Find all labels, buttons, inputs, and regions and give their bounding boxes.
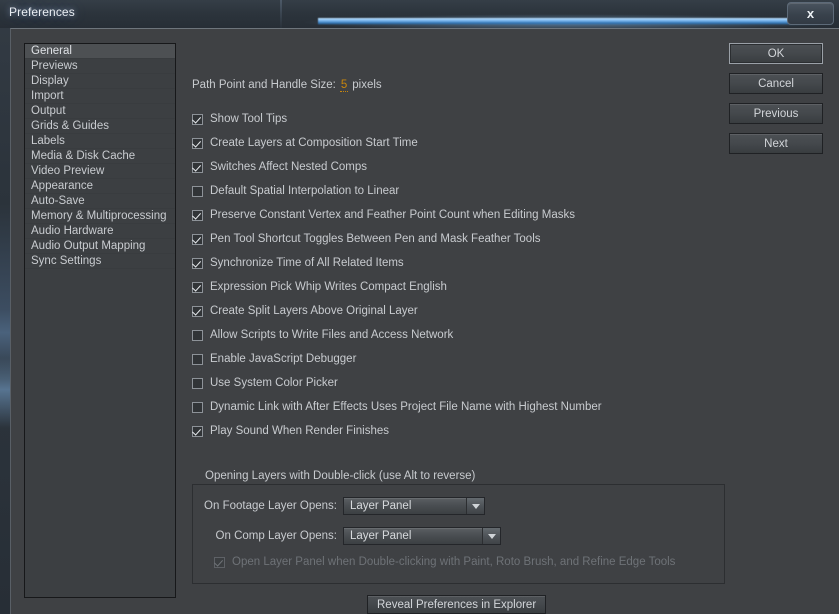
category-list[interactable]: General Previews Display Import Output Grids …: [24, 43, 176, 598]
window-left-edge-glow: [0, 358, 10, 428]
checkbox-row-use-system-color-picker[interactable]: Use System Color Picker: [192, 377, 338, 389]
checkbox-label: Expression Pick Whip Writes Compact Engl…: [210, 281, 447, 293]
window-left-edge: [0, 28, 10, 614]
checkbox-row-create-split-layers-above-original-layer[interactable]: Create Split Layers Above Original Layer: [192, 305, 418, 317]
checkbox-label: Preserve Constant Vertex and Feather Poi…: [210, 209, 576, 221]
sidebar-item-auto-save[interactable]: Auto-Save: [25, 194, 175, 209]
footage-layer-opens-dropdown[interactable]: Layer Panel: [343, 497, 485, 515]
path-point-size-row: Path Point and Handle Size: 5 pixels: [192, 79, 382, 92]
sidebar-item-labels[interactable]: Labels: [25, 134, 175, 149]
checkbox-label: Pen Tool Shortcut Toggles Between Pen an…: [210, 233, 541, 245]
checkbox-checked-icon[interactable]: [192, 113, 203, 125]
sidebar-item-audio-output-mapping[interactable]: Audio Output Mapping: [25, 239, 175, 254]
sidebar-item-general[interactable]: General: [25, 44, 175, 59]
checkbox-row-play-sound-when-render-finishes[interactable]: Play Sound When Render Finishes: [192, 425, 389, 437]
desktop-background: Preferences x General Previews Display Impo…: [0, 0, 839, 614]
sidebar-item-appearance[interactable]: Appearance: [25, 179, 175, 194]
cancel-button[interactable]: Cancel: [729, 73, 823, 94]
path-point-size-label: Path Point and Handle Size:: [192, 79, 336, 91]
checkbox-label: Switches Affect Nested Comps: [210, 161, 368, 173]
checkbox-row-enable-javascript-debugger[interactable]: Enable JavaScript Debugger: [192, 353, 356, 365]
checkbox-checked-icon[interactable]: [192, 161, 203, 173]
footage-layer-opens-row: On Footage Layer Opens: Layer Panel: [192, 497, 485, 515]
checkbox-row-synchronize-time-of-all-related-items[interactable]: Synchronize Time of All Related Items: [192, 257, 404, 269]
sidebar-item-display[interactable]: Display: [25, 74, 175, 89]
sidebar-item-memory-multiprocessing[interactable]: Memory & Multiprocessing: [25, 209, 175, 224]
checkbox-label: Show Tool Tips: [210, 113, 288, 125]
checkbox-checked-icon[interactable]: [192, 257, 203, 269]
sidebar-item-previews[interactable]: Previews: [25, 59, 175, 74]
dialog-action-buttons: OK Cancel Previous Next: [729, 43, 823, 154]
checkbox-checked-icon[interactable]: [192, 137, 203, 149]
checkbox-label: Allow Scripts to Write Files and Access …: [210, 329, 454, 341]
checkbox-label: Play Sound When Render Finishes: [210, 425, 389, 437]
opening-layers-groupbox-title: Opening Layers with Double-click (use Al…: [200, 470, 481, 482]
preferences-dialog: General Previews Display Import Output Grids …: [10, 28, 839, 614]
open-layer-panel-checkbox: [214, 556, 225, 568]
open-layer-panel-checkbox-row: Open Layer Panel when Double-clicking wi…: [214, 556, 675, 568]
chevron-down-icon: [466, 498, 484, 514]
sidebar-item-import[interactable]: Import: [25, 89, 175, 104]
close-x-icon: x: [806, 6, 815, 21]
checkbox-unchecked-icon[interactable]: [192, 353, 203, 365]
checkbox-row-dynamic-link-with-after-effects-uses-pro[interactable]: Dynamic Link with After Effects Uses Pro…: [192, 401, 602, 413]
footage-layer-opens-label: On Footage Layer Opens:: [204, 500, 337, 512]
checkbox-row-default-spatial-interpolation-to-linear[interactable]: Default Spatial Interpolation to Linear: [192, 185, 399, 197]
checkbox-label: Synchronize Time of All Related Items: [210, 257, 404, 269]
window-glow-accent: [318, 18, 818, 25]
checkbox-row-pen-tool-shortcut-toggles-between-pen-an[interactable]: Pen Tool Shortcut Toggles Between Pen an…: [192, 233, 541, 245]
sidebar-item-audio-hardware[interactable]: Audio Hardware: [25, 224, 175, 239]
checkbox-checked-icon[interactable]: [192, 281, 203, 293]
checkbox-checked-icon[interactable]: [192, 425, 203, 437]
checkbox-row-preserve-constant-vertex-and-feather-poi[interactable]: Preserve Constant Vertex and Feather Poi…: [192, 209, 575, 221]
path-point-size-input[interactable]: 5: [339, 79, 349, 92]
open-layer-panel-label: Open Layer Panel when Double-clicking wi…: [232, 556, 676, 568]
sidebar-item-output[interactable]: Output: [25, 104, 175, 119]
sidebar-item-grids-guides[interactable]: Grids & Guides: [25, 119, 175, 134]
checkbox-label: Use System Color Picker: [210, 377, 338, 389]
checkbox-unchecked-icon[interactable]: [192, 401, 203, 413]
sidebar-item-media-disk-cache[interactable]: Media & Disk Cache: [25, 149, 175, 164]
checkbox-label: Create Split Layers Above Original Layer: [210, 305, 418, 317]
checkbox-checked-icon[interactable]: [192, 209, 203, 221]
checkbox-row-show-tool-tips[interactable]: Show Tool Tips: [192, 113, 287, 125]
checkbox-row-expression-pick-whip-writes-compact-engl[interactable]: Expression Pick Whip Writes Compact Engl…: [192, 281, 447, 293]
checkbox-label: Default Spatial Interpolation to Linear: [210, 185, 400, 197]
close-window-button[interactable]: x: [787, 2, 834, 25]
checkbox-label: Create Layers at Composition Start Time: [210, 137, 418, 149]
checkbox-checked-icon[interactable]: [192, 305, 203, 317]
general-panel: Path Point and Handle Size: 5 pixels Sho…: [186, 29, 731, 614]
footage-layer-opens-value: Layer Panel: [350, 500, 412, 512]
checkbox-unchecked-icon[interactable]: [192, 329, 203, 341]
path-point-size-unit: pixels: [352, 79, 382, 91]
sidebar-item-video-preview[interactable]: Video Preview: [25, 164, 175, 179]
previous-button[interactable]: Previous: [729, 103, 823, 124]
comp-layer-opens-label: On Comp Layer Opens:: [215, 530, 337, 542]
reveal-preferences-button[interactable]: Reveal Preferences in Explorer: [367, 595, 547, 614]
checkbox-checked-icon[interactable]: [192, 233, 203, 245]
comp-layer-opens-value: Layer Panel: [350, 530, 412, 542]
titlebar-seam: [280, 0, 282, 28]
ok-button[interactable]: OK: [729, 43, 823, 64]
comp-layer-opens-row: On Comp Layer Opens: Layer Panel: [192, 527, 501, 545]
checkbox-row-switches-affect-nested-comps[interactable]: Switches Affect Nested Comps: [192, 161, 367, 173]
chevron-down-icon: [482, 528, 500, 544]
checkbox-label: Dynamic Link with After Effects Uses Pro…: [210, 401, 602, 413]
comp-layer-opens-dropdown[interactable]: Layer Panel: [343, 527, 501, 545]
checkbox-row-create-layers-at-composition-start-time[interactable]: Create Layers at Composition Start Time: [192, 137, 418, 149]
checkbox-unchecked-icon[interactable]: [192, 377, 203, 389]
checkbox-unchecked-icon[interactable]: [192, 185, 203, 197]
checkbox-row-allow-scripts-to-write-files-and-access-[interactable]: Allow Scripts to Write Files and Access …: [192, 329, 453, 341]
window-title: Preferences: [9, 5, 75, 19]
next-button[interactable]: Next: [729, 133, 823, 154]
sidebar-item-sync-settings[interactable]: Sync Settings: [25, 254, 175, 269]
checkbox-label: Enable JavaScript Debugger: [210, 353, 357, 365]
